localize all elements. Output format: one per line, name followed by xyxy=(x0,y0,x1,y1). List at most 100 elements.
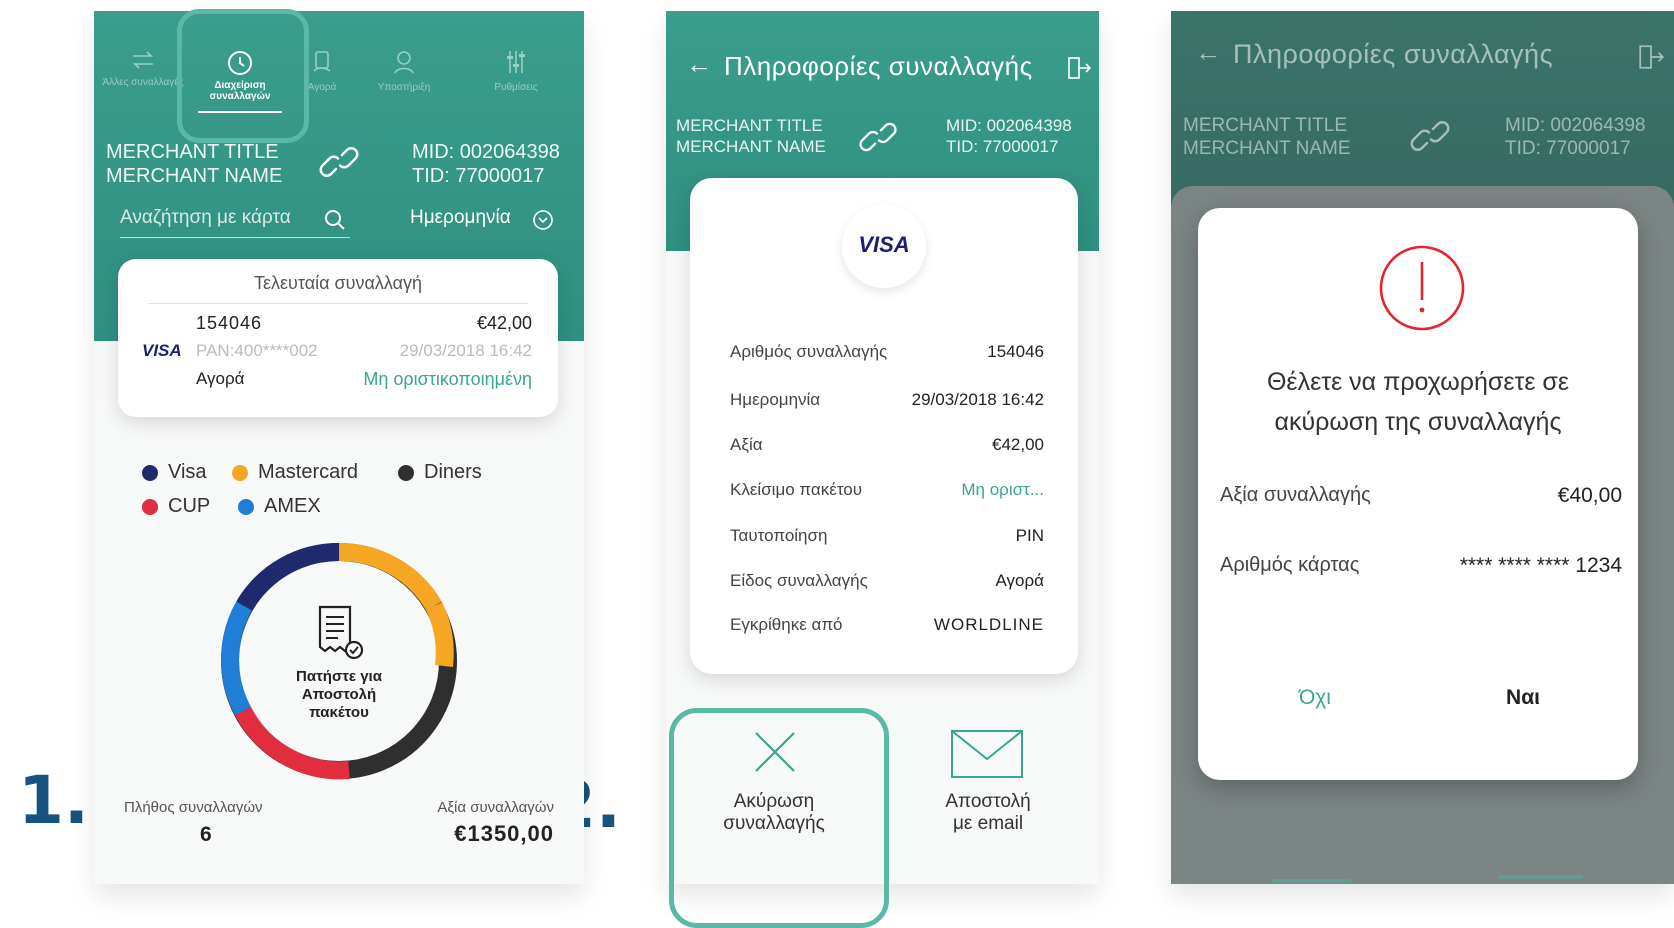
tid: TID: 77000017 xyxy=(412,165,545,187)
transaction-type: Αγορά xyxy=(196,369,245,388)
detail-row: Αριθμός συναλλαγής 154046 xyxy=(730,342,1044,364)
batch-send-donut[interactable]: Πατήστε για Αποστολή πακέτου xyxy=(214,536,464,786)
tab-other-transactions[interactable]: Άλλες συναλλαγές xyxy=(98,49,188,117)
detail-value: Αγορά xyxy=(995,571,1045,590)
card-number-label: Αριθμός κάρτας xyxy=(1220,554,1360,576)
card-brand-badge: VISA xyxy=(842,204,926,288)
tab-label: Άλλες συναλλαγές xyxy=(102,77,184,88)
mid: MID: 002064398 xyxy=(1505,115,1646,136)
detail-value: WORLDLINE xyxy=(933,615,1044,634)
detail-label: Αξία xyxy=(730,435,763,454)
divider xyxy=(148,303,528,304)
detail-label: Αριθμός συναλλαγής xyxy=(730,342,888,361)
visa-logo: VISA xyxy=(142,341,182,360)
transaction-total-value: €1350,00 xyxy=(454,821,554,846)
date-filter-label: Ημερομηνία xyxy=(410,207,511,228)
merchant-name: MERCHANT NAME xyxy=(676,137,826,156)
confirm-cancel-dialog: Θέλετε να προχωρήσετε σε ακύρωση της συν… xyxy=(1198,208,1638,780)
mid: MID: 002064398 xyxy=(946,116,1072,135)
legend-dot xyxy=(142,465,158,481)
transaction-total-label: Αξία συναλλαγών xyxy=(437,799,554,816)
transaction-count-label: Πλήθος συναλλαγών xyxy=(124,799,263,816)
transaction-amount: €42,00 xyxy=(476,313,532,333)
sliders-icon xyxy=(507,51,525,73)
tab-settings[interactable]: Ρυθμίσεις xyxy=(476,49,556,117)
logout-icon xyxy=(1639,45,1665,69)
screen-title: Πληροφορίες συναλλαγής xyxy=(1233,39,1554,69)
detail-row: Ταυτοποίηση PIN xyxy=(730,526,1044,548)
email-label-line1: Αποστολή xyxy=(945,791,1031,812)
tab-support[interactable]: Υποστήριξη xyxy=(364,49,444,117)
tab-label: Ρυθμίσεις xyxy=(494,82,538,93)
legend-label: Visa xyxy=(168,461,207,483)
screen-cancel-confirmation: ← Πληροφορίες συναλλαγής MERCHANT TITLE … xyxy=(1171,11,1674,884)
detail-label: Κλείσιμο πακέτου xyxy=(730,480,863,499)
detail-label: Είδος συναλλαγής xyxy=(730,571,868,590)
donut-text-3: πακέτου xyxy=(309,704,369,721)
detail-row: Ημερομηνία 29/03/2018 16:42 xyxy=(730,390,1044,412)
visa-logo: VISA xyxy=(858,232,910,257)
legend-dot xyxy=(232,465,248,481)
support-icon xyxy=(394,51,414,74)
last-transaction-header: Τελευταία συναλλαγή xyxy=(253,273,423,293)
donut-text-2: Αποστολή xyxy=(301,686,377,703)
underlying-button-hint xyxy=(1499,875,1583,879)
link-icon xyxy=(319,147,359,177)
card-search-field[interactable]: Αναζήτηση με κάρτα xyxy=(120,203,350,238)
back-arrow-icon: ← xyxy=(1195,37,1221,67)
transaction-datetime: 29/03/2018 16:42 xyxy=(399,341,532,360)
merchant-name: MERCHANT NAME xyxy=(106,165,283,187)
detail-label: Εγκρίθηκε από xyxy=(730,615,843,634)
screen-transaction-management: Άλλες συναλλαγές Διαχείριση συναλλαγών Α… xyxy=(94,11,584,884)
dialog-message-line1: Θέλετε να προχωρήσετε σε xyxy=(1266,368,1569,396)
swap-icon xyxy=(133,51,153,69)
detail-row: Αξία €42,00 xyxy=(730,435,1044,457)
legend-label: Diners xyxy=(424,461,482,483)
last-transaction-card[interactable]: Τελευταία συναλλαγή 154046 €42,00 VISA P… xyxy=(118,259,558,417)
legend-label: AMEX xyxy=(264,495,321,517)
email-label-line2: με email xyxy=(952,813,1024,834)
detail-value: PIN xyxy=(1015,526,1044,545)
detail-value: €42,00 xyxy=(992,435,1044,454)
mid: MID: 002064398 xyxy=(412,141,560,163)
logout-icon[interactable] xyxy=(1066,55,1092,81)
envelope-icon xyxy=(951,730,1023,778)
legend-dot xyxy=(238,499,254,515)
link-icon xyxy=(1410,121,1450,151)
warning-icon xyxy=(1379,245,1465,331)
screen-title: Πληροφορίες συναλλαγής xyxy=(724,51,1033,81)
detail-row: Είδος συναλλαγής Αγορά xyxy=(730,571,1044,593)
detail-value: 154046 xyxy=(987,342,1044,361)
detail-row: Κλείσιμο πακέτου Μη οριστ... xyxy=(730,480,1044,502)
detail-label: Ταυτοποίηση xyxy=(730,526,828,545)
merchant-title: MERCHANT TITLE xyxy=(106,141,279,163)
no-button[interactable]: Όχι xyxy=(1260,686,1370,710)
transaction-id: 154046 xyxy=(196,313,263,333)
dialog-message-line2: ακύρωση της συναλλαγής xyxy=(1274,408,1562,436)
transaction-count-value: 6 xyxy=(200,823,212,846)
detail-value: 29/03/2018 16:42 xyxy=(911,390,1044,409)
transaction-details-card: VISA Αριθμός συναλλαγής 154046 Ημερομηνί… xyxy=(690,178,1078,674)
step-number-1: 1. xyxy=(18,762,89,839)
amount-value: €40,00 xyxy=(1557,484,1622,507)
tab-label: Υποστήριξη xyxy=(377,82,431,93)
yes-button[interactable]: Ναι xyxy=(1468,686,1578,710)
tid: TID: 77000017 xyxy=(1505,138,1631,159)
send-email-button[interactable]: Αποστολή με email xyxy=(890,729,1086,849)
date-filter[interactable]: Ημερομηνία xyxy=(410,203,560,237)
back-arrow-icon[interactable]: ← xyxy=(686,49,712,80)
chevron-down-icon xyxy=(533,210,553,230)
legend-label: Mastercard xyxy=(258,461,359,483)
card-number-value: **** **** **** 1234 xyxy=(1459,554,1622,577)
receipt-check-icon xyxy=(318,605,364,660)
card-pan: PAN:400****002 xyxy=(196,341,318,360)
detail-row: Εγκρίθηκε από WORLDLINE xyxy=(730,615,1044,637)
search-placeholder: Αναζήτηση με κάρτα xyxy=(120,207,291,228)
merchant-name: MERCHANT NAME xyxy=(1183,138,1351,159)
link-icon xyxy=(859,122,897,152)
amount-label: Αξία συναλλαγής xyxy=(1220,484,1371,506)
donut-text-1: Πατήστε για xyxy=(296,668,382,685)
merchant-title: MERCHANT TITLE xyxy=(1183,115,1347,136)
detail-value: Μη οριστ... xyxy=(961,480,1044,499)
cancel-highlight xyxy=(669,708,889,928)
